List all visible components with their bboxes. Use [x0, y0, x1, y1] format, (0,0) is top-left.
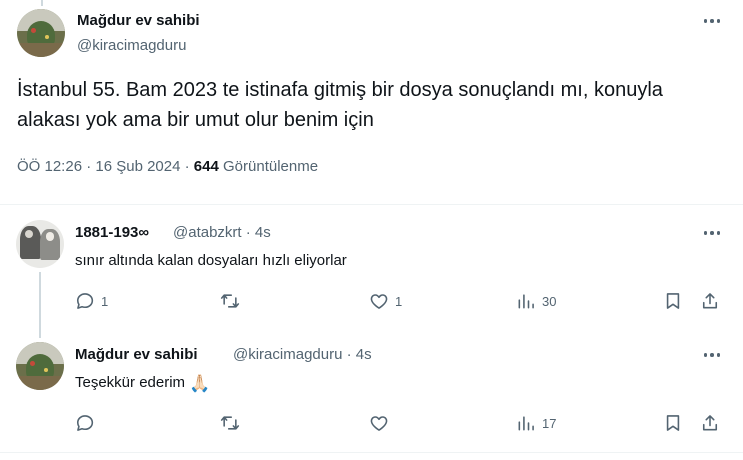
reply-1-author-handle[interactable]: @atabzkrt · 4s	[173, 224, 271, 241]
main-tweet-timestamp[interactable]: ÖÖ 12:26 · 16 Şub 2024 ·	[17, 158, 190, 175]
reply-2-text: Teşekkür ederim	[75, 374, 186, 391]
main-author-avatar[interactable]	[17, 9, 65, 57]
reply-button[interactable]	[75, 411, 101, 435]
reply-2-author-handle[interactable]: @kiracimagduru · 4s	[233, 346, 372, 363]
like-button[interactable]	[369, 411, 395, 435]
share-icon	[702, 415, 718, 431]
views-count: 17	[542, 415, 557, 431]
share-button[interactable]	[700, 411, 720, 435]
reply-2-author-name[interactable]: Mağdur ev sahibi	[75, 346, 198, 363]
thread-connector	[39, 272, 41, 338]
share-button[interactable]	[700, 289, 720, 313]
main-tweet-views-label: Görüntülenme	[223, 158, 319, 175]
reply-2-text-line: Teşekkür ederim 🙏🏻	[75, 374, 210, 394]
reply-count: 1	[101, 293, 109, 309]
share-icon	[702, 293, 718, 309]
reply-button[interactable]: 1	[75, 289, 108, 313]
bookmark-icon	[666, 415, 680, 431]
views-button[interactable]: 17	[516, 411, 556, 435]
thread-connector-top	[41, 0, 43, 6]
reply-icon	[76, 293, 94, 309]
reply-1-text: sınır altında kalan dosyaları hızlı eliy…	[75, 252, 347, 269]
views-count: 30	[542, 293, 557, 309]
reply-icon	[76, 415, 94, 431]
retweet-button[interactable]	[220, 289, 246, 313]
views-button[interactable]: 30	[516, 289, 556, 313]
reply-2-action-bar: 17	[75, 411, 730, 435]
more-horizontal-icon[interactable]	[695, 338, 729, 372]
reply-1-action-bar: 1 1 30	[75, 289, 730, 313]
main-tweet-views-count[interactable]: 644	[194, 158, 219, 175]
main-tweet-text: İstanbul 55. Bam 2023 te istinafa gitmiş…	[17, 79, 663, 131]
retweet-icon	[220, 294, 240, 308]
folded-hands-emoji: 🙏🏻	[189, 374, 211, 393]
more-horizontal-icon[interactable]	[695, 4, 729, 38]
reply-2-avatar[interactable]	[16, 342, 64, 390]
reply-1-author-name[interactable]: 1881-193∞	[75, 224, 149, 241]
reply-1-avatar[interactable]	[16, 220, 64, 268]
retweet-button[interactable]	[220, 411, 246, 435]
main-author-name[interactable]: Mağdur ev sahibi	[77, 12, 200, 29]
bookmark-button[interactable]	[663, 411, 683, 435]
retweet-icon	[220, 416, 240, 430]
heart-icon	[370, 294, 388, 309]
like-count: 1	[395, 293, 403, 309]
main-author-handle[interactable]: @kiracimagduru	[77, 37, 186, 54]
views-bar-chart-icon	[518, 294, 534, 309]
divider	[0, 452, 743, 453]
divider	[0, 204, 743, 205]
heart-icon	[370, 416, 388, 431]
views-bar-chart-icon	[518, 416, 534, 431]
bookmark-button[interactable]	[663, 289, 683, 313]
more-horizontal-icon[interactable]	[695, 216, 729, 250]
main-tweet-meta: ÖÖ 12:26 · 16 Şub 2024 · 644 Görüntülenm…	[17, 158, 318, 175]
like-button[interactable]: 1	[369, 289, 402, 313]
bookmark-icon	[666, 293, 680, 309]
